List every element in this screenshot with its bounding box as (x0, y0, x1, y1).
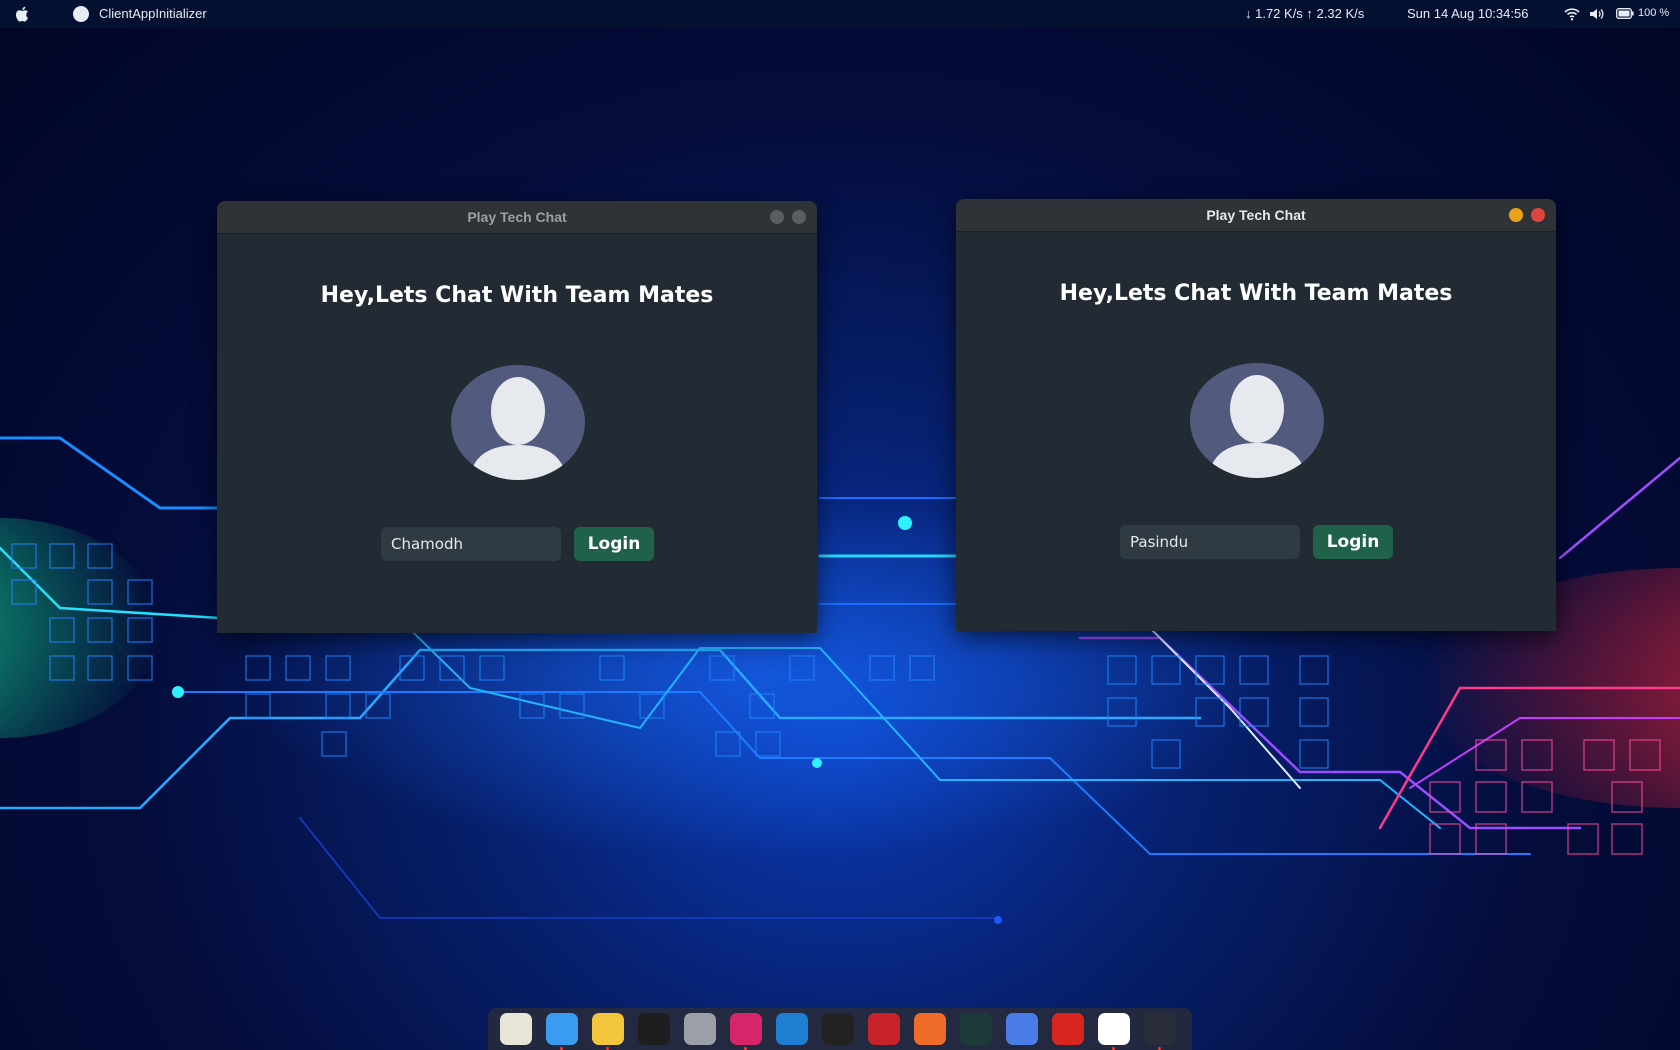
finder-icon[interactable] (546, 1013, 578, 1050)
battery-icon[interactable] (1616, 8, 1634, 19)
window-title: Play Tech Chat (1206, 207, 1306, 223)
obs-icon[interactable] (822, 1013, 854, 1045)
intellij-icon[interactable] (730, 1013, 762, 1050)
username-input[interactable] (381, 527, 561, 561)
wifi-icon[interactable] (1564, 7, 1580, 21)
window-titlebar[interactable]: Play Tech Chat (217, 201, 817, 234)
vscode-icon[interactable] (776, 1013, 808, 1045)
play-tech-chat-icon[interactable] (1098, 1013, 1130, 1050)
terminal-icon[interactable] (638, 1013, 670, 1045)
system-monitor-icon[interactable] (960, 1013, 992, 1045)
welcome-heading: Hey,Lets Chat With Team Mates (1059, 281, 1453, 306)
chrome-icon[interactable] (592, 1013, 624, 1050)
apple-logo-icon[interactable] (14, 5, 32, 23)
clock[interactable]: Sun 14 Aug 10:34:56 (1407, 6, 1528, 21)
app-icon (73, 6, 89, 22)
top-menu-bar: ClientAppInitializer ↓ 1.72 K/s ↑ 2.32 K… (0, 0, 1680, 28)
welcome-heading: Hey,Lets Chat With Team Mates (320, 283, 714, 308)
avatar-icon (1190, 363, 1324, 478)
minimize-button[interactable] (1509, 208, 1523, 222)
minimize-button[interactable] (770, 210, 784, 224)
dock (488, 1008, 1192, 1050)
login-window-1: Play Tech Chat Hey,Lets Chat With Team M… (217, 201, 817, 633)
active-app-name[interactable]: ClientAppInitializer (99, 6, 207, 21)
username-input[interactable] (1120, 525, 1300, 559)
battery-percent: 100 % (1638, 7, 1670, 19)
avatar-icon (451, 365, 585, 480)
network-speed: ↓ 1.72 K/s ↑ 2.32 K/s (1245, 6, 1365, 21)
window-title: Play Tech Chat (467, 209, 567, 225)
pdf-reader-icon[interactable] (1052, 1013, 1084, 1045)
login-button[interactable]: Login (574, 527, 654, 561)
volume-icon[interactable] (1589, 7, 1605, 21)
login-window-2: Play Tech Chat Hey,Lets Chat With Team M… (956, 199, 1556, 631)
play-tech-chat-2-icon[interactable] (1144, 1013, 1176, 1050)
close-button[interactable] (792, 210, 806, 224)
zoom-icon[interactable] (1006, 1013, 1038, 1045)
close-button[interactable] (1531, 208, 1545, 222)
filezilla-icon[interactable] (868, 1013, 900, 1045)
login-button[interactable]: Login (1313, 525, 1393, 559)
settings-icon[interactable] (684, 1013, 716, 1045)
postman-icon[interactable] (914, 1013, 946, 1045)
window-titlebar[interactable]: Play Tech Chat (956, 199, 1556, 232)
launchpad-icon[interactable] (500, 1013, 532, 1045)
